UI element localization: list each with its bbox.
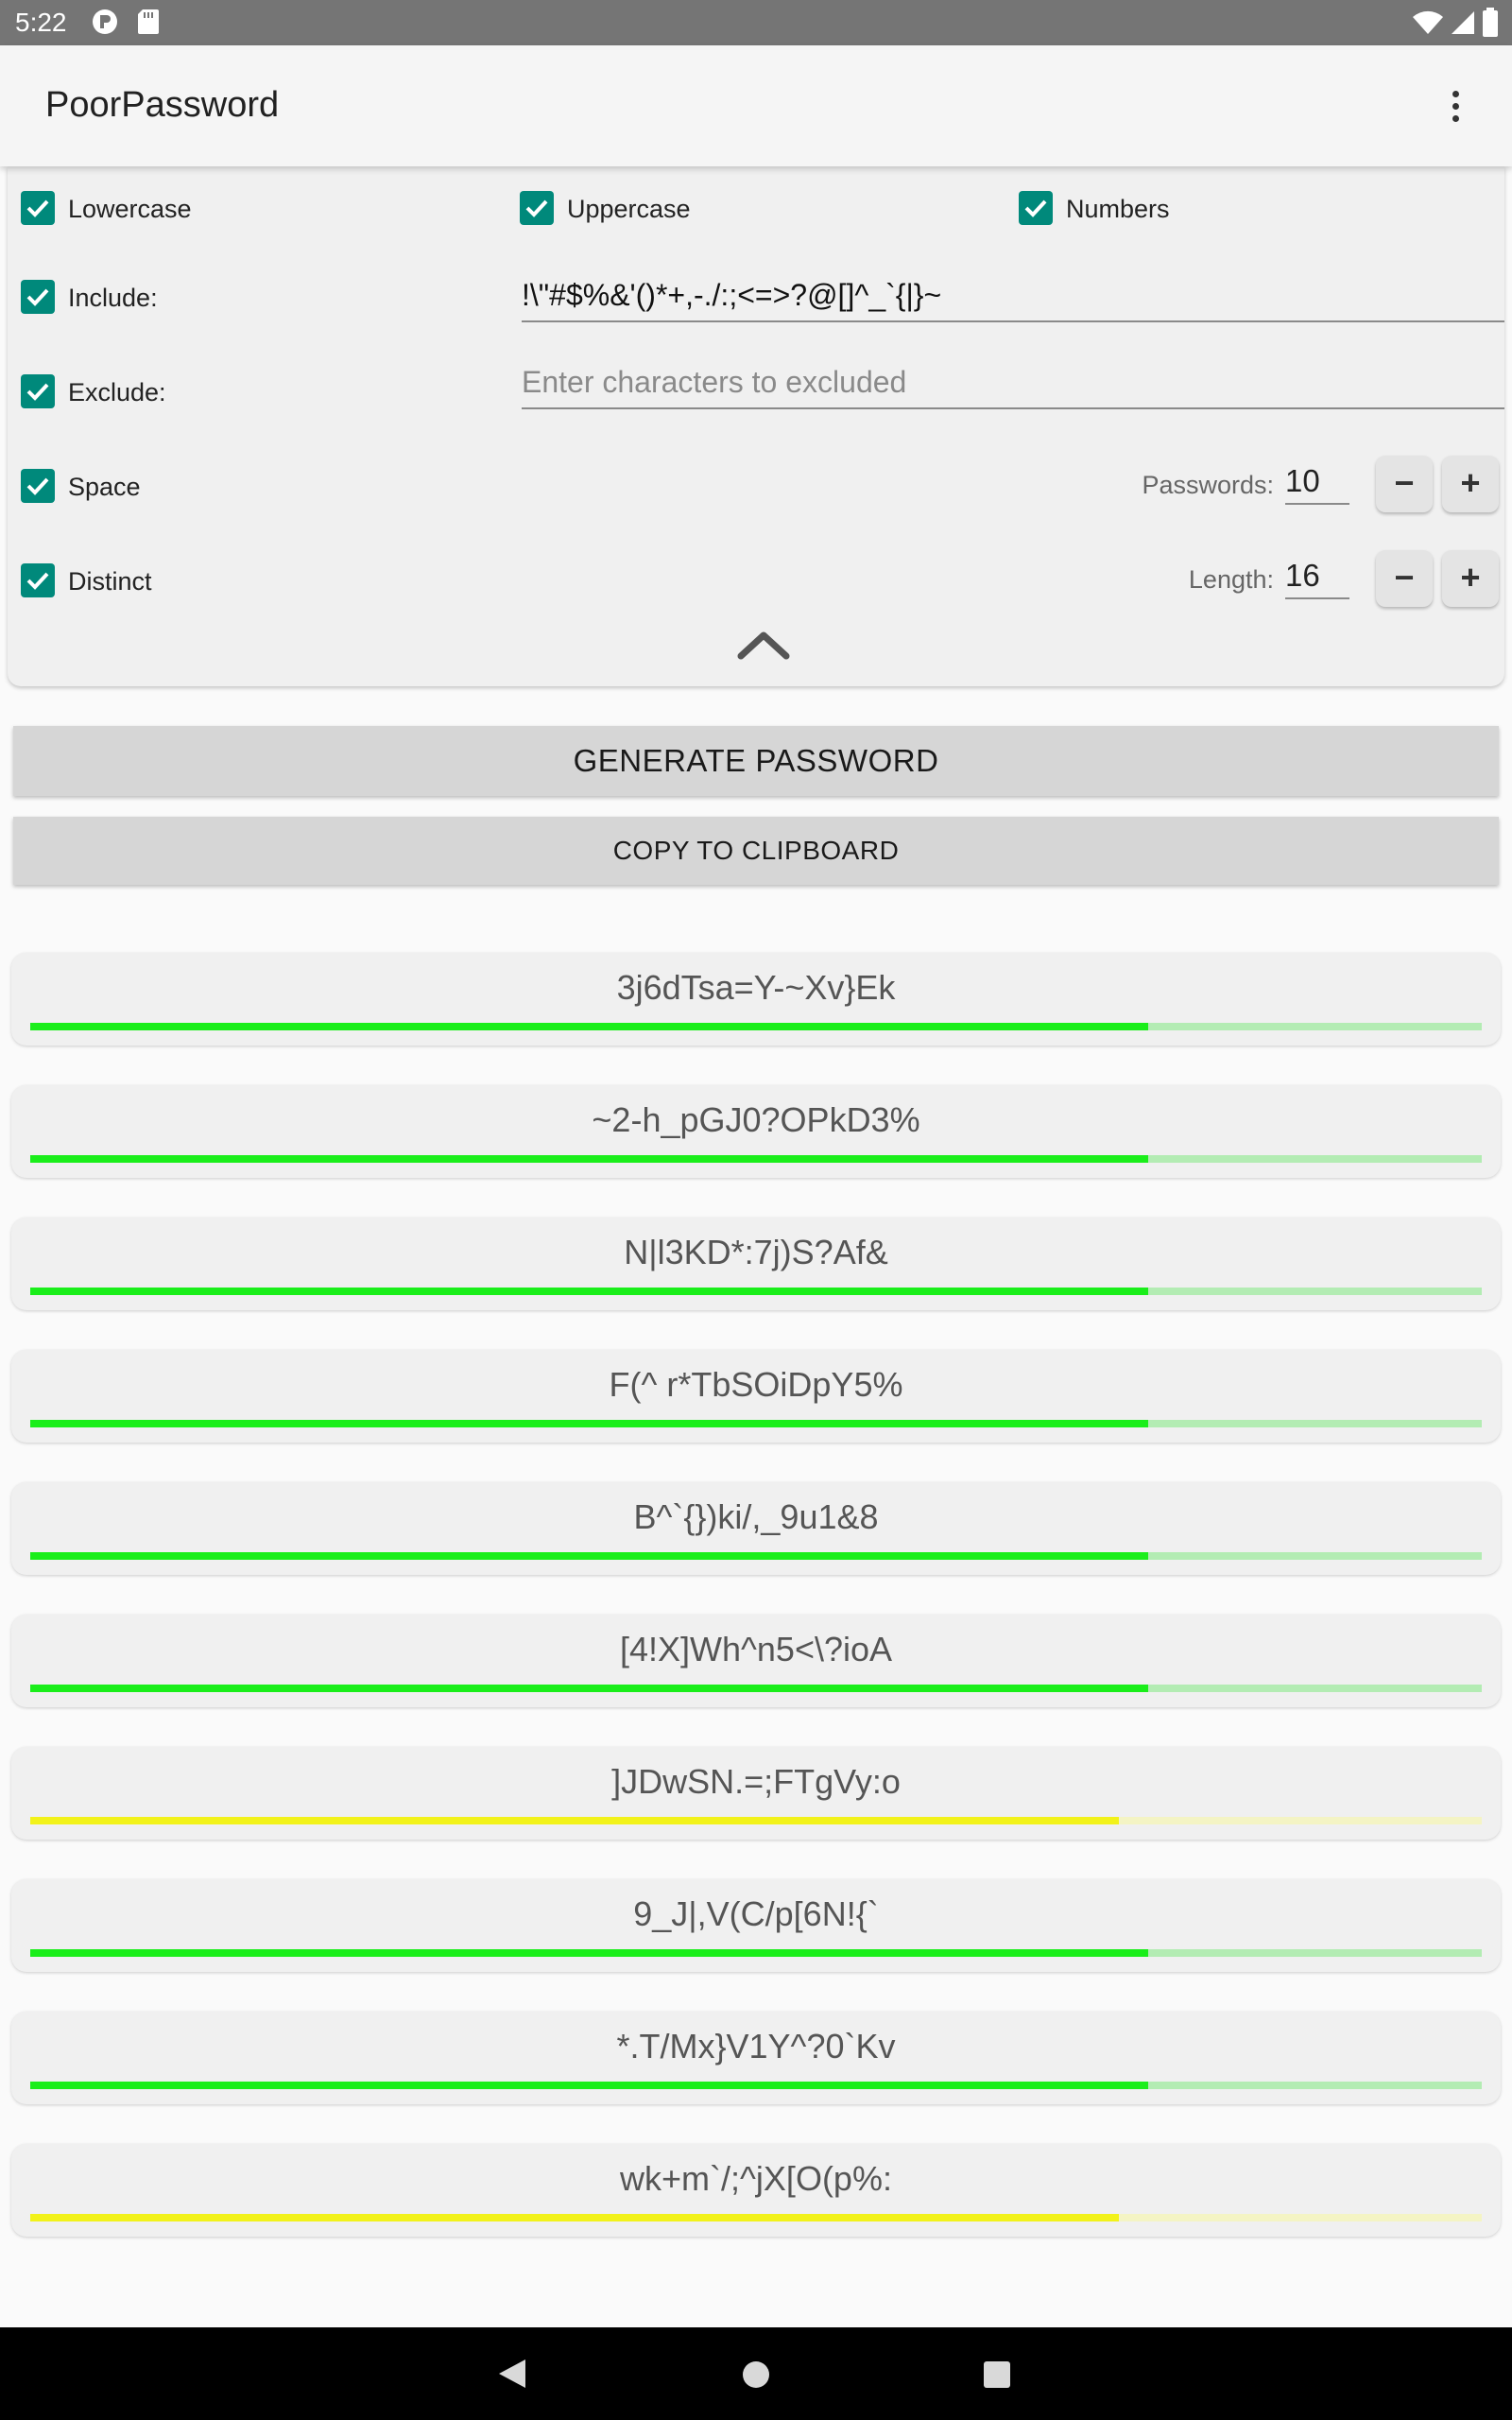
strength-bar-fill	[30, 1420, 1148, 1427]
strength-bar	[30, 1949, 1482, 1957]
include-label: Include:	[68, 284, 158, 312]
include-checkbox[interactable]	[21, 280, 55, 314]
password-item[interactable]: 9_J|,V(C/p[6N!{`	[11, 1879, 1501, 1972]
password-item[interactable]: ~2-h_pGJ0?OPkD3%	[11, 1085, 1501, 1178]
generate-password-button[interactable]: GENERATE PASSWORD	[13, 726, 1499, 796]
password-item[interactable]: N|l3KD*:7j)S?Af&	[11, 1218, 1501, 1310]
strength-bar-fill	[30, 1685, 1148, 1692]
strength-bar-fill	[30, 1288, 1148, 1295]
length-input[interactable]: 16	[1285, 558, 1349, 599]
strength-bar	[30, 1023, 1482, 1030]
lowercase-label: Lowercase	[68, 195, 192, 223]
password-text: *.T/Mx}V1Y^?0`Kv	[616, 2027, 896, 2066]
strength-bar	[30, 1155, 1482, 1163]
distinct-label: Distinct	[68, 567, 152, 596]
length-label: Length:	[1188, 565, 1274, 594]
strength-bar-fill	[30, 1155, 1148, 1163]
app-title: PoorPassword	[45, 85, 280, 125]
strength-bar-fill	[30, 1817, 1119, 1824]
strength-bar-fill	[30, 2082, 1148, 2089]
password-text: ~2-h_pGJ0?OPkD3%	[592, 1100, 920, 1139]
overflow-menu-icon[interactable]	[1436, 83, 1474, 129]
cell-signal-icon	[1450, 9, 1476, 41]
status-time: 5:22	[15, 8, 67, 37]
collapse-chevron-up-icon[interactable]	[737, 630, 790, 660]
numbers-label: Numbers	[1066, 195, 1170, 223]
uppercase-checkbox[interactable]	[520, 191, 554, 225]
space-checkbox[interactable]	[21, 469, 55, 503]
strength-bar-fill	[30, 1552, 1148, 1560]
uppercase-label: Uppercase	[567, 195, 691, 223]
include-input[interactable]: !\"#$%&'()*+,-./:;<=>?@[]^_`{|}~	[522, 278, 1504, 322]
options-panel: Lowercase Uppercase Numbers Include: !\"…	[8, 166, 1504, 686]
strength-bar	[30, 1288, 1482, 1295]
passwords-count-label: Passwords:	[1142, 471, 1274, 499]
home-icon[interactable]	[741, 2360, 771, 2394]
strength-bar-fill	[30, 1949, 1148, 1957]
password-item[interactable]: 3j6dTsa=Y-~Xv}Ek	[11, 953, 1501, 1046]
password-text: ]JDwSN.=;FTgVy:o	[611, 1762, 901, 1801]
strength-bar	[30, 1552, 1482, 1560]
exclude-input[interactable]: Enter characters to excluded	[522, 365, 1504, 409]
password-item[interactable]: ]JDwSN.=;FTgVy:o	[11, 1747, 1501, 1840]
copy-to-clipboard-button[interactable]: COPY TO CLIPBOARD	[13, 817, 1499, 885]
distinct-checkbox[interactable]	[21, 563, 55, 597]
password-text: B^`{})ki/,_9u1&8	[633, 1497, 879, 1536]
strength-bar	[30, 2082, 1482, 2089]
strength-bar	[30, 2214, 1482, 2221]
passwords-increment-button[interactable]: +	[1442, 456, 1499, 512]
exclude-checkbox[interactable]	[21, 374, 55, 408]
password-item[interactable]: F(^ r*TbSOiDpY5%	[11, 1350, 1501, 1443]
app-bar: PoorPassword	[0, 45, 1512, 166]
battery-icon	[1482, 8, 1499, 43]
strength-bar	[30, 1685, 1482, 1692]
strength-bar-fill	[30, 2214, 1119, 2221]
password-item[interactable]: wk+m`/;^jX[O(p%:	[11, 2144, 1501, 2237]
password-item[interactable]: *.T/Mx}V1Y^?0`Kv	[11, 2012, 1501, 2104]
navigation-bar	[0, 2327, 1512, 2420]
password-text: [4!X]Wh^n5<\?ioA	[619, 1630, 893, 1668]
strength-bar	[30, 1817, 1482, 1824]
strength-bar-fill	[30, 1023, 1148, 1030]
sd-card-icon	[136, 8, 161, 41]
passwords-count-input[interactable]: 10	[1285, 463, 1349, 505]
lowercase-checkbox[interactable]	[21, 191, 55, 225]
app-notification-icon	[91, 8, 119, 41]
recents-icon[interactable]	[983, 2360, 1011, 2394]
password-text: N|l3KD*:7j)S?Af&	[624, 1233, 888, 1271]
back-icon[interactable]	[497, 2358, 527, 2394]
password-text: 9_J|,V(C/p[6N!{`	[633, 1894, 879, 1933]
password-text: 3j6dTsa=Y-~Xv}Ek	[616, 968, 896, 1007]
password-text: F(^ r*TbSOiDpY5%	[609, 1365, 903, 1404]
wifi-icon	[1412, 9, 1444, 41]
password-item[interactable]: B^`{})ki/,_9u1&8	[11, 1482, 1501, 1575]
password-item[interactable]: [4!X]Wh^n5<\?ioA	[11, 1615, 1501, 1707]
exclude-label: Exclude:	[68, 378, 166, 406]
space-label: Space	[68, 473, 141, 501]
password-text: wk+m`/;^jX[O(p%:	[620, 2159, 892, 2198]
numbers-checkbox[interactable]	[1019, 191, 1053, 225]
length-decrement-button[interactable]: −	[1376, 550, 1433, 607]
status-bar: 5:22	[0, 0, 1512, 45]
passwords-decrement-button[interactable]: −	[1376, 456, 1433, 512]
length-increment-button[interactable]: +	[1442, 550, 1499, 607]
strength-bar	[30, 1420, 1482, 1427]
